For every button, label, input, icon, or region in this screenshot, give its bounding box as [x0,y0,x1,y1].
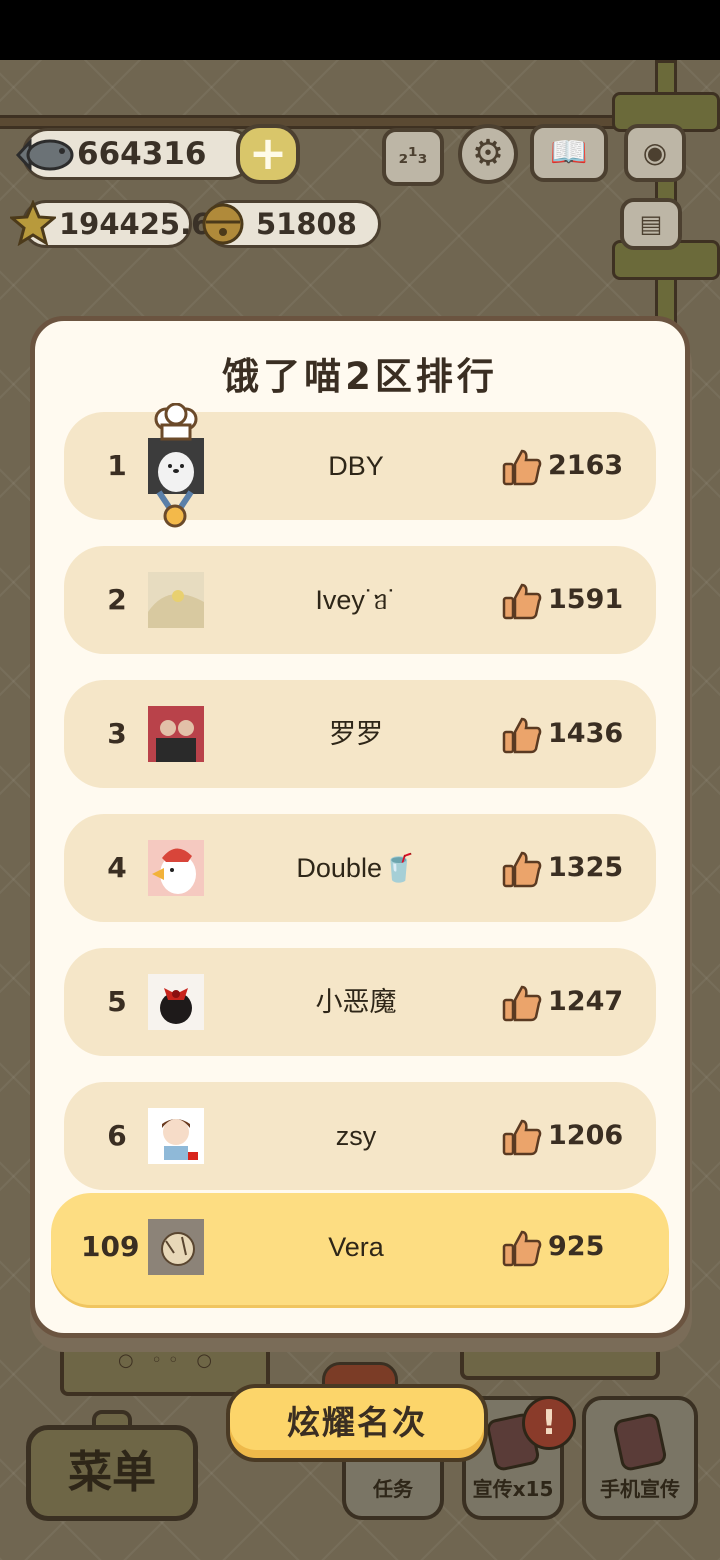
gear-icon[interactable]: ⚙ [458,124,518,184]
share-rank-button[interactable]: 炫耀名次 [226,1384,488,1462]
like-count: 1591 [548,584,624,615]
leaderboard-row[interactable]: 6 zsy 1206 [64,1082,656,1190]
leaderboard-row[interactable]: 4 Double🥤 1325 [64,814,656,922]
player-name: 罗罗 [329,719,383,749]
thumbs-up-icon [502,449,542,486]
promo-label: 宣传x15 [472,1477,554,1501]
alert-badge: ! [522,1396,576,1450]
player-name: Double🥤 [296,853,416,883]
podium-icon[interactable]: ₂¹₃ [382,128,444,186]
add-fish-button[interactable]: + [236,124,300,184]
avatar [148,840,204,896]
like-count: 925 [548,1231,605,1262]
star-count: 194425.6 [59,207,212,241]
paw-decoration: ○ ◦◦ ○ [118,1350,219,1371]
avatar [148,572,204,628]
player-name: 小恶魔 [315,987,397,1017]
player-name: DBY [328,451,384,481]
newspaper-icon[interactable]: ▤ [620,198,682,250]
rank-number: 2 [107,583,127,616]
chef-hat-icon [154,403,198,441]
fish-icon [15,138,74,172]
rank-number: 4 [107,851,127,884]
leaderboard-row[interactable]: 3 罗罗 1436 [64,680,656,788]
bell-icon [202,203,244,245]
player-name: Vera [328,1232,384,1262]
thumbs-up-icon [502,583,542,620]
rank-number: 3 [107,717,127,750]
my-rank-row[interactable]: 109 Vera 925 [51,1193,669,1305]
thumbs-up-icon [502,717,542,754]
avatar [148,438,204,494]
leaderboard-title: 饿了喵2区排行 [222,355,498,398]
thumbs-up-icon [502,1230,542,1267]
rank-number: 5 [107,985,127,1018]
avatar [148,1108,204,1164]
phone-promo-button[interactable]: 手机宣传 [582,1396,698,1520]
share-rank-label: 炫耀名次 [287,1403,427,1442]
star-icon [10,200,56,246]
menu-label: 菜单 [68,1447,156,1498]
rank-number: 1 [107,449,127,482]
avatar [148,974,204,1030]
rank-number: 6 [107,1119,127,1152]
thumbs-up-icon [502,985,542,1022]
rank-number: 109 [81,1230,140,1263]
avatar [148,1219,204,1275]
task-label: 任务 [373,1477,413,1501]
leaderboard-row[interactable]: 2 Ivey˙ᥑ˙ 1591 [64,546,656,654]
like-count: 1247 [548,986,624,1017]
camera-icon[interactable]: ◉ [624,124,686,182]
menu-button[interactable]: 菜单 [26,1425,198,1521]
like-count: 1325 [548,852,624,883]
phone-promo-label: 手机宣传 [600,1477,680,1501]
medal-icon [156,490,194,528]
thumbs-up-icon [502,1119,542,1156]
player-name: zsy [335,1121,377,1151]
like-count: 1206 [548,1120,624,1151]
bell-count: 51808 [256,207,357,241]
like-count: 1436 [548,718,624,749]
avatar [148,706,204,762]
phone-icon [612,1411,668,1473]
thumbs-up-icon [502,851,542,888]
leaderboard-row[interactable]: 5 小恶魔 1247 [64,948,656,1056]
like-count: 2163 [548,450,624,481]
fish-count: 664316 [77,136,207,172]
player-name: Ivey˙ᥑ˙ [315,585,397,615]
book-icon[interactable]: 📖 [530,124,608,182]
status-bar [0,0,720,60]
